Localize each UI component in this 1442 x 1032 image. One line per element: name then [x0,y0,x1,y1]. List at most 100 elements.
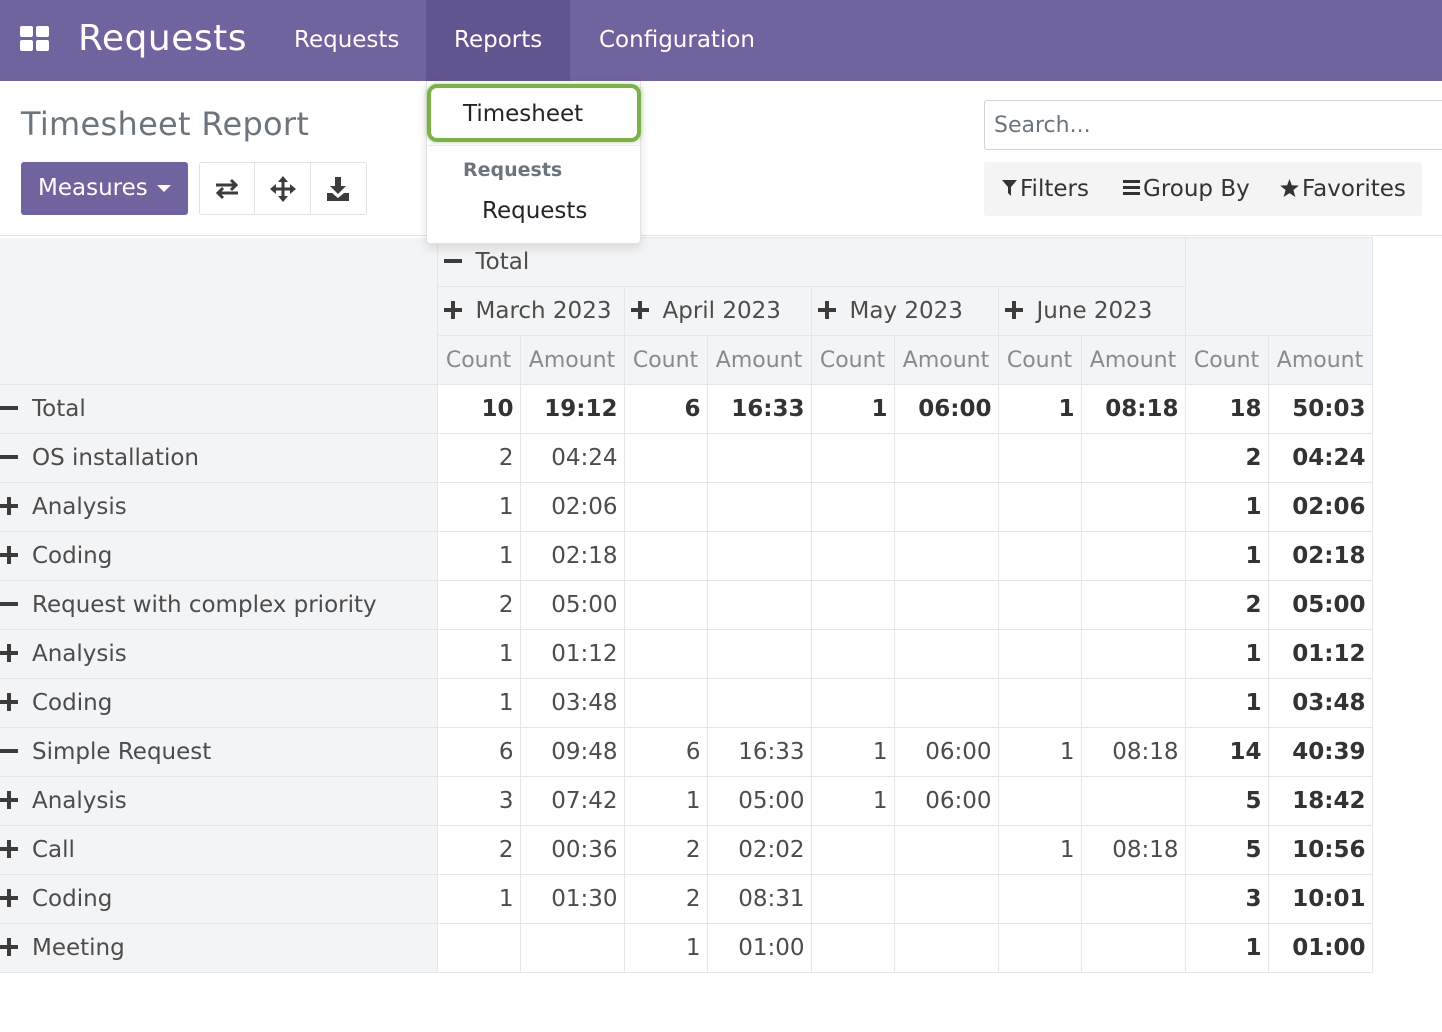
flip-axis-button[interactable] [200,163,256,214]
pivot-cell[interactable]: 2 [1184,580,1269,630]
pivot-cell[interactable] [810,874,895,924]
pivot-cell[interactable]: 1 [436,629,521,679]
pivot-cell[interactable]: 2 [623,874,708,924]
pivot-cell[interactable] [706,580,812,630]
pivot-cell[interactable]: 1 [1184,678,1269,728]
pivot-cell[interactable] [1080,433,1186,483]
pivot-cell[interactable]: 05:00 [1267,580,1373,630]
expand-all-button[interactable] [255,163,311,214]
pivot-cell[interactable] [519,923,625,973]
pivot-cell[interactable]: 50:03 [1267,384,1373,434]
pivot-cell[interactable] [893,482,999,532]
pivot-cell[interactable]: 6 [623,727,708,777]
pivot-cell[interactable]: 2 [436,825,521,875]
pivot-cell[interactable] [623,433,708,483]
row-header[interactable]: OS installation [0,433,438,483]
pivot-cell[interactable]: 03:48 [519,678,625,728]
row-header[interactable]: Total [0,384,438,434]
col-header-month[interactable]: April 2023 [623,286,812,336]
measure-header[interactable]: Count [997,335,1082,385]
pivot-cell[interactable] [997,874,1082,924]
pivot-cell[interactable]: 2 [436,433,521,483]
pivot-cell[interactable]: 10:01 [1267,874,1373,924]
group-by-button[interactable]: Group By [1123,162,1250,216]
pivot-cell[interactable] [623,629,708,679]
measure-header[interactable]: Count [436,335,521,385]
measures-button[interactable]: Measures [21,162,188,215]
pivot-cell[interactable] [997,776,1082,826]
pivot-cell[interactable] [436,923,521,973]
pivot-cell[interactable]: 2 [436,580,521,630]
pivot-cell[interactable]: 02:18 [519,531,625,581]
pivot-cell[interactable]: 08:18 [1080,384,1186,434]
search-box[interactable] [984,100,1442,150]
pivot-cell[interactable] [1080,776,1186,826]
download-button[interactable] [311,163,366,214]
pivot-cell[interactable]: 02:18 [1267,531,1373,581]
app-title[interactable]: Requests [78,14,247,64]
pivot-cell[interactable]: 04:24 [519,433,625,483]
pivot-cell[interactable]: 02:02 [706,825,812,875]
pivot-cell[interactable]: 06:00 [893,727,999,777]
measure-header[interactable]: Count [810,335,895,385]
pivot-cell[interactable]: 19:12 [519,384,625,434]
pivot-cell[interactable]: 00:36 [519,825,625,875]
pivot-cell[interactable] [893,874,999,924]
pivot-cell[interactable]: 6 [623,384,708,434]
pivot-cell[interactable]: 14 [1184,727,1269,777]
row-header[interactable]: Call [0,825,438,875]
pivot-cell[interactable]: 1 [810,384,895,434]
pivot-cell[interactable]: 01:30 [519,874,625,924]
pivot-cell[interactable]: 40:39 [1267,727,1373,777]
pivot-cell[interactable]: 05:00 [519,580,625,630]
pivot-cell[interactable] [810,825,895,875]
pivot-cell[interactable]: 01:12 [1267,629,1373,679]
row-header[interactable]: Coding [0,678,438,728]
pivot-cell[interactable]: 08:18 [1080,727,1186,777]
measure-header[interactable]: Amount [1080,335,1186,385]
pivot-cell[interactable] [1080,874,1186,924]
pivot-cell[interactable] [810,433,895,483]
pivot-cell[interactable] [893,678,999,728]
pivot-cell[interactable]: 6 [436,727,521,777]
pivot-cell[interactable]: 06:00 [893,384,999,434]
favorites-button[interactable]: Favorites [1280,162,1406,216]
col-header-month[interactable]: May 2023 [810,286,999,336]
pivot-cell[interactable] [623,678,708,728]
pivot-cell[interactable] [810,531,895,581]
pivot-cell[interactable] [810,629,895,679]
pivot-cell[interactable]: 10:56 [1267,825,1373,875]
pivot-cell[interactable]: 1 [810,776,895,826]
pivot-cell[interactable]: 03:48 [1267,678,1373,728]
pivot-cell[interactable]: 06:00 [893,776,999,826]
measure-header[interactable]: Amount [893,335,999,385]
pivot-cell[interactable]: 04:24 [1267,433,1373,483]
pivot-cell[interactable]: 02:06 [1267,482,1373,532]
pivot-cell[interactable] [1080,678,1186,728]
pivot-cell[interactable] [893,531,999,581]
pivot-cell[interactable]: 1 [436,482,521,532]
pivot-cell[interactable] [893,825,999,875]
pivot-cell[interactable] [997,433,1082,483]
pivot-cell[interactable] [893,923,999,973]
pivot-cell[interactable] [706,678,812,728]
pivot-cell[interactable] [623,482,708,532]
col-header-month[interactable]: March 2023 [436,286,625,336]
row-header[interactable]: Analysis [0,776,438,826]
pivot-cell[interactable] [623,580,708,630]
menu-item-requests[interactable]: Requests [482,193,587,229]
row-header[interactable]: Request with complex priority [0,580,438,630]
pivot-cell[interactable]: 1 [1184,482,1269,532]
pivot-cell[interactable] [810,923,895,973]
pivot-cell[interactable] [810,482,895,532]
menu-configuration[interactable]: Configuration [571,0,783,81]
apps-grid-icon[interactable] [20,26,50,52]
pivot-cell[interactable] [1080,629,1186,679]
row-header[interactable]: Analysis [0,629,438,679]
pivot-cell[interactable]: 1 [1184,923,1269,973]
pivot-cell[interactable] [1080,482,1186,532]
pivot-cell[interactable]: 16:33 [706,727,812,777]
pivot-cell[interactable] [997,580,1082,630]
pivot-cell[interactable]: 18:42 [1267,776,1373,826]
pivot-cell[interactable]: 16:33 [706,384,812,434]
